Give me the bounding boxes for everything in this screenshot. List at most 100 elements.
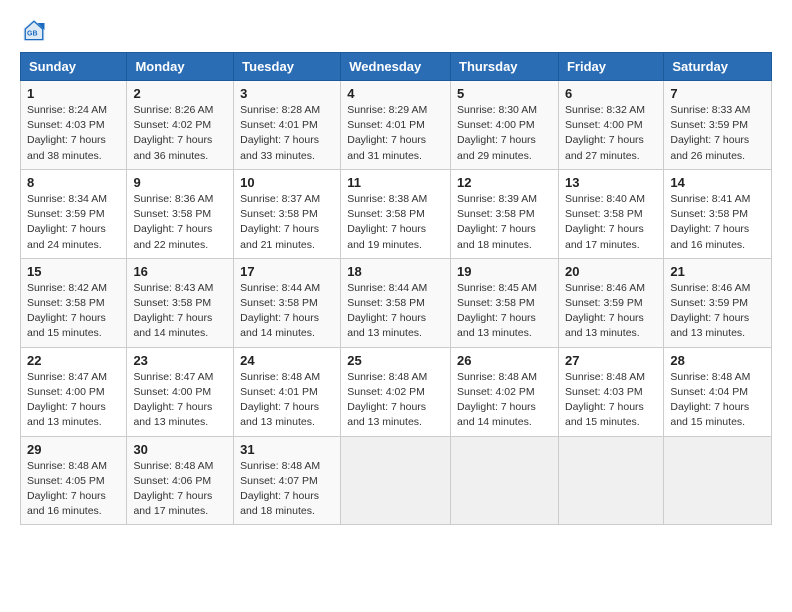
day-number: 2 xyxy=(133,86,227,101)
day-detail: Sunrise: 8:41 AM Sunset: 3:58 PM Dayligh… xyxy=(670,192,765,253)
day-cell: 7 Sunrise: 8:33 AM Sunset: 3:59 PM Dayli… xyxy=(664,81,772,170)
day-cell: 10 Sunrise: 8:37 AM Sunset: 3:58 PM Dayl… xyxy=(234,169,341,258)
day-detail: Sunrise: 8:47 AM Sunset: 4:00 PM Dayligh… xyxy=(133,370,227,431)
day-detail: Sunrise: 8:33 AM Sunset: 3:59 PM Dayligh… xyxy=(670,103,765,164)
day-number: 31 xyxy=(240,442,334,457)
calendar-body: 1 Sunrise: 8:24 AM Sunset: 4:03 PM Dayli… xyxy=(21,81,772,525)
day-cell: 29 Sunrise: 8:48 AM Sunset: 4:05 PM Dayl… xyxy=(21,436,127,525)
day-detail: Sunrise: 8:36 AM Sunset: 3:58 PM Dayligh… xyxy=(133,192,227,253)
day-detail: Sunrise: 8:48 AM Sunset: 4:03 PM Dayligh… xyxy=(565,370,657,431)
day-number: 6 xyxy=(565,86,657,101)
day-number: 23 xyxy=(133,353,227,368)
day-detail: Sunrise: 8:46 AM Sunset: 3:59 PM Dayligh… xyxy=(565,281,657,342)
day-cell: 8 Sunrise: 8:34 AM Sunset: 3:59 PM Dayli… xyxy=(21,169,127,258)
day-number: 13 xyxy=(565,175,657,190)
day-cell: 1 Sunrise: 8:24 AM Sunset: 4:03 PM Dayli… xyxy=(21,81,127,170)
day-number: 28 xyxy=(670,353,765,368)
header-day-thursday: Thursday xyxy=(451,53,559,81)
day-number: 7 xyxy=(670,86,765,101)
header-day-wednesday: Wednesday xyxy=(341,53,451,81)
day-number: 14 xyxy=(670,175,765,190)
day-number: 18 xyxy=(347,264,444,279)
day-cell xyxy=(558,436,663,525)
day-cell: 27 Sunrise: 8:48 AM Sunset: 4:03 PM Dayl… xyxy=(558,347,663,436)
day-cell: 25 Sunrise: 8:48 AM Sunset: 4:02 PM Dayl… xyxy=(341,347,451,436)
day-cell: 6 Sunrise: 8:32 AM Sunset: 4:00 PM Dayli… xyxy=(558,81,663,170)
day-number: 19 xyxy=(457,264,552,279)
day-cell: 22 Sunrise: 8:47 AM Sunset: 4:00 PM Dayl… xyxy=(21,347,127,436)
day-detail: Sunrise: 8:44 AM Sunset: 3:58 PM Dayligh… xyxy=(347,281,444,342)
day-number: 27 xyxy=(565,353,657,368)
day-cell: 9 Sunrise: 8:36 AM Sunset: 3:58 PM Dayli… xyxy=(127,169,234,258)
day-number: 17 xyxy=(240,264,334,279)
day-cell xyxy=(664,436,772,525)
day-detail: Sunrise: 8:28 AM Sunset: 4:01 PM Dayligh… xyxy=(240,103,334,164)
day-cell: 23 Sunrise: 8:47 AM Sunset: 4:00 PM Dayl… xyxy=(127,347,234,436)
week-row-4: 22 Sunrise: 8:47 AM Sunset: 4:00 PM Dayl… xyxy=(21,347,772,436)
day-detail: Sunrise: 8:45 AM Sunset: 3:58 PM Dayligh… xyxy=(457,281,552,342)
day-number: 30 xyxy=(133,442,227,457)
header-day-tuesday: Tuesday xyxy=(234,53,341,81)
day-number: 20 xyxy=(565,264,657,279)
day-number: 10 xyxy=(240,175,334,190)
day-number: 11 xyxy=(347,175,444,190)
day-detail: Sunrise: 8:38 AM Sunset: 3:58 PM Dayligh… xyxy=(347,192,444,253)
day-cell: 17 Sunrise: 8:44 AM Sunset: 3:58 PM Dayl… xyxy=(234,258,341,347)
day-detail: Sunrise: 8:48 AM Sunset: 4:01 PM Dayligh… xyxy=(240,370,334,431)
day-detail: Sunrise: 8:47 AM Sunset: 4:00 PM Dayligh… xyxy=(27,370,120,431)
day-number: 3 xyxy=(240,86,334,101)
day-detail: Sunrise: 8:37 AM Sunset: 3:58 PM Dayligh… xyxy=(240,192,334,253)
day-cell: 28 Sunrise: 8:48 AM Sunset: 4:04 PM Dayl… xyxy=(664,347,772,436)
day-detail: Sunrise: 8:42 AM Sunset: 3:58 PM Dayligh… xyxy=(27,281,120,342)
day-cell: 4 Sunrise: 8:29 AM Sunset: 4:01 PM Dayli… xyxy=(341,81,451,170)
day-detail: Sunrise: 8:29 AM Sunset: 4:01 PM Dayligh… xyxy=(347,103,444,164)
header-day-monday: Monday xyxy=(127,53,234,81)
day-number: 4 xyxy=(347,86,444,101)
day-number: 29 xyxy=(27,442,120,457)
calendar-header: SundayMondayTuesdayWednesdayThursdayFrid… xyxy=(21,53,772,81)
header-day-friday: Friday xyxy=(558,53,663,81)
day-detail: Sunrise: 8:48 AM Sunset: 4:05 PM Dayligh… xyxy=(27,459,120,520)
logo: GB xyxy=(20,16,52,44)
day-cell: 24 Sunrise: 8:48 AM Sunset: 4:01 PM Dayl… xyxy=(234,347,341,436)
week-row-5: 29 Sunrise: 8:48 AM Sunset: 4:05 PM Dayl… xyxy=(21,436,772,525)
day-detail: Sunrise: 8:44 AM Sunset: 3:58 PM Dayligh… xyxy=(240,281,334,342)
week-row-3: 15 Sunrise: 8:42 AM Sunset: 3:58 PM Dayl… xyxy=(21,258,772,347)
day-cell: 26 Sunrise: 8:48 AM Sunset: 4:02 PM Dayl… xyxy=(451,347,559,436)
header: GB xyxy=(20,16,772,44)
day-detail: Sunrise: 8:48 AM Sunset: 4:04 PM Dayligh… xyxy=(670,370,765,431)
header-day-saturday: Saturday xyxy=(664,53,772,81)
day-number: 16 xyxy=(133,264,227,279)
day-cell: 2 Sunrise: 8:26 AM Sunset: 4:02 PM Dayli… xyxy=(127,81,234,170)
logo-icon: GB xyxy=(20,16,48,44)
day-cell: 21 Sunrise: 8:46 AM Sunset: 3:59 PM Dayl… xyxy=(664,258,772,347)
day-detail: Sunrise: 8:24 AM Sunset: 4:03 PM Dayligh… xyxy=(27,103,120,164)
day-detail: Sunrise: 8:40 AM Sunset: 3:58 PM Dayligh… xyxy=(565,192,657,253)
day-cell: 19 Sunrise: 8:45 AM Sunset: 3:58 PM Dayl… xyxy=(451,258,559,347)
header-day-sunday: Sunday xyxy=(21,53,127,81)
day-detail: Sunrise: 8:32 AM Sunset: 4:00 PM Dayligh… xyxy=(565,103,657,164)
day-cell: 30 Sunrise: 8:48 AM Sunset: 4:06 PM Dayl… xyxy=(127,436,234,525)
day-cell: 12 Sunrise: 8:39 AM Sunset: 3:58 PM Dayl… xyxy=(451,169,559,258)
day-number: 9 xyxy=(133,175,227,190)
day-detail: Sunrise: 8:39 AM Sunset: 3:58 PM Dayligh… xyxy=(457,192,552,253)
day-cell xyxy=(451,436,559,525)
day-cell xyxy=(341,436,451,525)
day-detail: Sunrise: 8:30 AM Sunset: 4:00 PM Dayligh… xyxy=(457,103,552,164)
page: GB SundayMondayTuesdayWednesdayThursdayF… xyxy=(0,0,792,612)
day-cell: 16 Sunrise: 8:43 AM Sunset: 3:58 PM Dayl… xyxy=(127,258,234,347)
day-cell: 31 Sunrise: 8:48 AM Sunset: 4:07 PM Dayl… xyxy=(234,436,341,525)
day-cell: 14 Sunrise: 8:41 AM Sunset: 3:58 PM Dayl… xyxy=(664,169,772,258)
day-detail: Sunrise: 8:48 AM Sunset: 4:06 PM Dayligh… xyxy=(133,459,227,520)
day-cell: 3 Sunrise: 8:28 AM Sunset: 4:01 PM Dayli… xyxy=(234,81,341,170)
day-number: 12 xyxy=(457,175,552,190)
day-cell: 20 Sunrise: 8:46 AM Sunset: 3:59 PM Dayl… xyxy=(558,258,663,347)
calendar-table: SundayMondayTuesdayWednesdayThursdayFrid… xyxy=(20,52,772,525)
day-number: 1 xyxy=(27,86,120,101)
day-detail: Sunrise: 8:48 AM Sunset: 4:02 PM Dayligh… xyxy=(347,370,444,431)
day-number: 5 xyxy=(457,86,552,101)
day-detail: Sunrise: 8:46 AM Sunset: 3:59 PM Dayligh… xyxy=(670,281,765,342)
week-row-1: 1 Sunrise: 8:24 AM Sunset: 4:03 PM Dayli… xyxy=(21,81,772,170)
day-detail: Sunrise: 8:48 AM Sunset: 4:02 PM Dayligh… xyxy=(457,370,552,431)
header-row: SundayMondayTuesdayWednesdayThursdayFrid… xyxy=(21,53,772,81)
